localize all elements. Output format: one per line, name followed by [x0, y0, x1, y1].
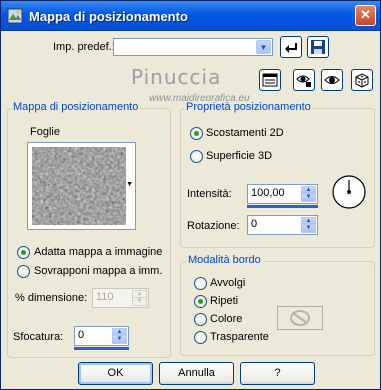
rotation-dial[interactable] — [331, 174, 367, 210]
no-color-icon — [290, 310, 310, 326]
eye-lock-button[interactable] — [293, 69, 315, 91]
eye-button[interactable] — [321, 69, 343, 91]
map-name-label: Foglie — [30, 126, 60, 138]
preset-label: Imp. predef.: — [53, 41, 115, 53]
close-button[interactable]: ✕ — [355, 5, 376, 26]
repeat-radio[interactable] — [194, 295, 207, 308]
size-value: 110 — [96, 291, 114, 303]
spin-down-icon[interactable]: ▼ — [132, 297, 147, 306]
cancel-button[interactable]: Annulla — [159, 362, 234, 385]
window-title: Mappa di posizionamento — [29, 9, 188, 24]
rotation-spinner[interactable]: 0 ▲ ▼ — [247, 215, 318, 235]
properties-group-title: Proprietà posizionamento — [184, 101, 313, 113]
intensity-value: 100,00 — [251, 187, 285, 199]
eye-lock-icon — [296, 75, 311, 87]
dialog-window: Mappa di posizionamento ✕ Imp. predef.: … — [0, 0, 381, 390]
map-group-title: Mappa di posizionamento — [11, 101, 141, 113]
app-icon — [7, 8, 23, 24]
rotation-value: 0 — [251, 218, 258, 230]
color-radio[interactable] — [194, 313, 207, 326]
load-preset-button[interactable] — [280, 36, 302, 58]
save-preset-button[interactable] — [307, 36, 329, 58]
intensity-label: Intensità: — [187, 188, 232, 200]
preset-dropdown[interactable]: ▼ — [113, 38, 273, 56]
preview-toggle-button[interactable] — [259, 69, 281, 91]
blur-spinner[interactable]: 0 ▲ ▼ — [74, 326, 129, 346]
spin-down-icon[interactable]: ▼ — [301, 193, 316, 202]
size-spinner[interactable]: 110 ▲ ▼ — [92, 288, 149, 308]
fit-map-label: Adatta mappa a immagine — [34, 246, 163, 258]
blur-label: Sfocatura: — [13, 331, 64, 343]
intensity-spinner[interactable]: 100,00 ▲ ▼ — [247, 184, 318, 204]
ok-button[interactable]: OK — [78, 362, 153, 385]
chevron-down-icon[interactable]: ▼ — [256, 40, 271, 54]
repeat-label: Ripeti — [210, 295, 239, 307]
floppy-disk-icon — [311, 40, 325, 54]
color-swatch[interactable] — [277, 306, 323, 330]
spin-down-icon[interactable]: ▼ — [112, 335, 127, 344]
watermark-name: Pinuccia — [131, 65, 222, 89]
tile-map-label: Sovrapponi mappa a imm. — [34, 265, 163, 277]
transparent-radio[interactable] — [194, 331, 207, 344]
edge-mode-group-title: Modalità bordo — [186, 254, 263, 266]
offset-2d-label: Scostamenti 2D — [206, 127, 284, 139]
offset-2d-radio[interactable] — [190, 127, 203, 140]
tile-map-radio[interactable] — [17, 265, 30, 278]
dice-icon — [355, 73, 369, 88]
undo-arrow-icon — [285, 43, 297, 53]
chevron-down-icon[interactable]: ▼ — [126, 181, 133, 188]
eye-icon — [324, 76, 340, 84]
rotation-label: Rotazione: — [187, 220, 240, 232]
size-label: % dimensione: — [15, 292, 88, 304]
leaves-texture-thumbnail — [32, 147, 126, 225]
help-button[interactable]: ? — [240, 362, 315, 385]
surface-3d-label: Superficie 3D — [206, 150, 273, 162]
blur-slider-track[interactable] — [74, 347, 129, 350]
transparent-label: Trasparente — [210, 331, 269, 343]
title-bar[interactable]: Mappa di posizionamento ✕ — [1, 1, 380, 31]
spin-down-icon[interactable]: ▼ — [301, 224, 316, 233]
blur-value: 0 — [78, 329, 85, 341]
surface-3d-radio[interactable] — [190, 150, 203, 163]
color-label: Colore — [210, 313, 243, 325]
preview-window-icon — [262, 73, 278, 87]
fit-map-radio[interactable] — [17, 246, 30, 259]
wrap-label: Avvolgi — [210, 277, 246, 289]
randomize-button[interactable] — [351, 69, 373, 91]
wrap-radio[interactable] — [194, 277, 207, 290]
intensity-slider-track[interactable] — [247, 205, 318, 208]
map-picker[interactable]: ▼ — [27, 142, 136, 230]
